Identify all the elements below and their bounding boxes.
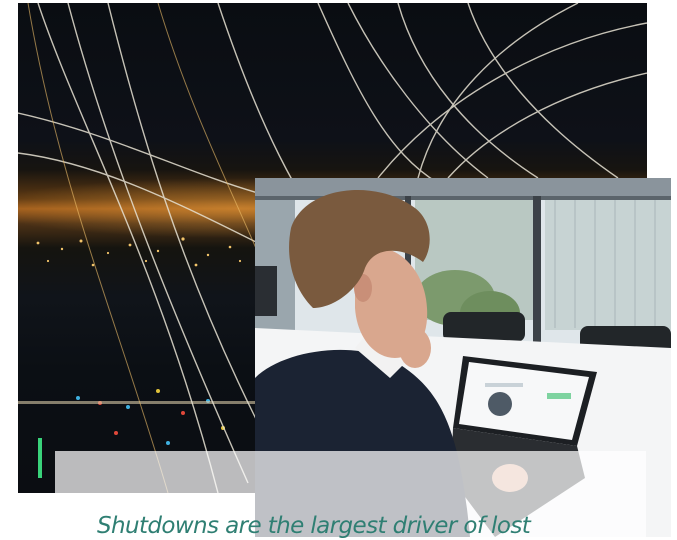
- caption-text: Shutdowns are the largest driver of lost: [97, 513, 531, 539]
